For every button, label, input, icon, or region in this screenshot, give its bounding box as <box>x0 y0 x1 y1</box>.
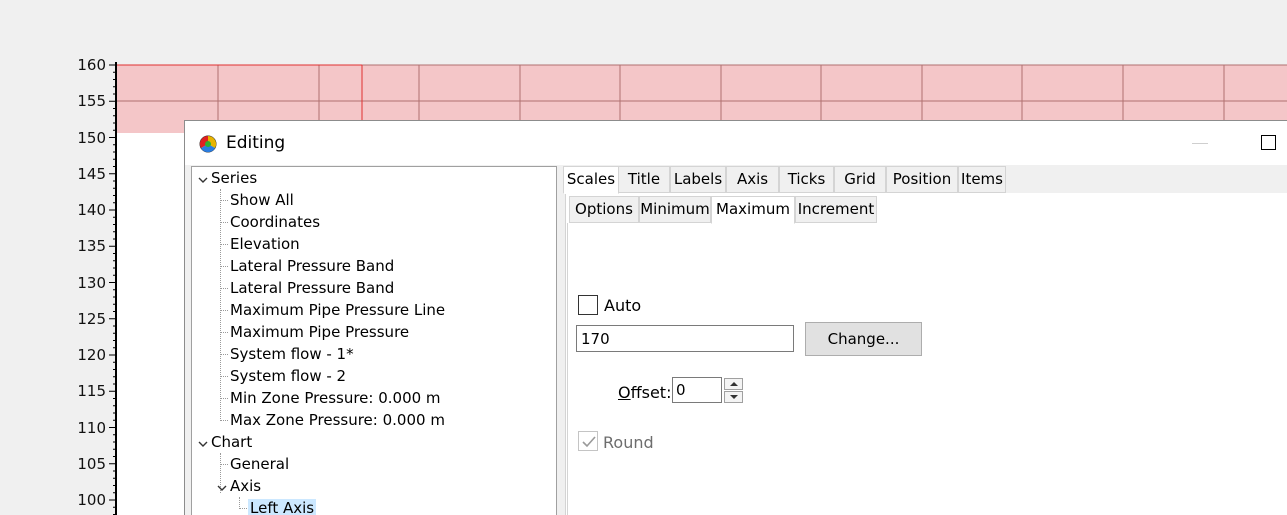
tree-guide <box>220 288 228 289</box>
tab-position[interactable]: Position <box>886 166 958 193</box>
chevron-down-icon[interactable] <box>198 439 208 449</box>
tree-guide <box>220 376 228 377</box>
tree-node-label: Lateral Pressure Band <box>230 257 395 275</box>
properties-panel: Scales Title Labels Axis Ticks Grid Position It… <box>563 166 1287 515</box>
offset-label-text: ffset: <box>630 383 672 402</box>
tree-node-label: Maximum Pipe Pressure <box>230 323 410 341</box>
tree-node-label: Chart <box>211 433 253 451</box>
tree-node-series-item[interactable]: Show All <box>230 190 294 211</box>
tree-node-label: System flow - 1* <box>230 345 354 363</box>
tree-node-label: Lateral Pressure Band <box>230 279 395 297</box>
tree-guide <box>220 244 228 245</box>
tree-node-general[interactable]: General <box>230 454 289 475</box>
dialog-titlebar[interactable]: Editing <box>185 121 1287 165</box>
tree-node-label: Series <box>211 169 258 187</box>
editor-tree[interactable]: Series Show All Coordinates Elevation Later… <box>191 166 557 515</box>
y-tick-label: 160 <box>77 56 106 74</box>
tree-guide <box>220 266 228 267</box>
tab-items[interactable]: Items <box>958 166 1006 193</box>
maximize-button[interactable] <box>1261 135 1276 150</box>
y-tick-label: 100 <box>77 491 106 509</box>
tree-node-label: Show All <box>230 191 294 209</box>
y-tick-label: 105 <box>77 454 106 473</box>
tree-node-label: Min Zone Pressure: 0.000 m <box>230 389 441 407</box>
tree-guide <box>220 464 228 465</box>
offset-input[interactable] <box>672 377 722 403</box>
y-tick-label: 110 <box>77 418 106 437</box>
offset-label: Offset: <box>618 383 671 402</box>
tree-node-label-selected: Left Axis <box>248 499 317 515</box>
tab-title[interactable]: Title <box>618 166 670 193</box>
y-tick-label: 120 <box>77 346 106 364</box>
offset-spin-up-button[interactable] <box>724 378 743 390</box>
tree-node-series-item[interactable]: Maximum Pipe Pressure <box>230 322 409 343</box>
screen: 160 155 150 145 140 135 130 125 120 115 110 105 100 … <box>0 0 1287 515</box>
tree-node-series-item[interactable]: Elevation <box>230 234 300 255</box>
chevron-down-icon[interactable] <box>217 483 227 493</box>
auto-label: Auto <box>604 296 642 315</box>
y-tick-label: 150 <box>77 128 106 147</box>
y-tick-label: 130 <box>77 273 106 292</box>
tree-guide <box>220 420 228 421</box>
tab-scales[interactable]: Scales <box>563 166 619 194</box>
tree-node-series-item[interactable]: System flow - 2 <box>230 366 346 387</box>
tree-guide <box>239 508 247 509</box>
tree-node-series-item[interactable]: Min Zone Pressure: 0.000 m <box>230 388 441 409</box>
subtab-options[interactable]: Options <box>569 196 639 223</box>
tree-node-label: Coordinates <box>230 213 321 231</box>
tab-grid[interactable]: Grid <box>834 166 886 193</box>
subtab-increment[interactable]: Increment <box>795 196 877 223</box>
checkmark-icon <box>582 436 596 448</box>
tree-node-axis[interactable]: Axis <box>230 476 261 497</box>
y-tick-label: 135 <box>77 237 106 256</box>
tree-node-series-item[interactable]: Maximum Pipe Pressure Line <box>230 300 445 321</box>
editing-dialog: Editing Series Show All Coordinates Elevat… <box>184 120 1287 515</box>
tree-node-series-item[interactable]: Lateral Pressure Band <box>230 256 394 277</box>
tree-node-label: Max Zone Pressure: 0.000 m <box>230 411 445 429</box>
minimize-button[interactable] <box>1190 133 1210 153</box>
tree-node-series-item[interactable]: Max Zone Pressure: 0.000 m <box>230 410 445 431</box>
tree-node-left-axis[interactable]: Left Axis <box>248 498 317 515</box>
tab-labels[interactable]: Labels <box>670 166 726 193</box>
auto-checkbox[interactable] <box>578 295 598 315</box>
y-tick-label: 115 <box>77 382 106 401</box>
tree-guide <box>220 222 228 223</box>
tree-node-chart[interactable]: Chart <box>211 432 252 453</box>
tree-node-label: Maximum Pipe Pressure Line <box>230 301 446 319</box>
tree-node-series[interactable]: Series <box>211 168 257 189</box>
tree-node-label: System flow - 2 <box>230 367 347 385</box>
tree-guide <box>220 398 228 399</box>
chevron-down-icon[interactable] <box>198 175 208 185</box>
tree-node-label: Axis <box>230 477 262 495</box>
maximum-pane: Auto Change... Offset: Round <box>567 223 1287 515</box>
tree-guide <box>220 189 221 421</box>
y-axis-tick-marks <box>109 64 116 515</box>
tree-node-label: Elevation <box>230 235 300 253</box>
tree-guide <box>220 310 228 311</box>
change-button[interactable]: Change... <box>805 322 922 356</box>
round-label: Round <box>603 433 654 452</box>
tab-axis[interactable]: Axis <box>726 166 779 193</box>
y-tick-label: 155 <box>77 92 106 111</box>
dialog-title: Editing <box>226 133 286 153</box>
round-checkbox[interactable] <box>578 431 598 451</box>
tree-guide <box>220 332 228 333</box>
color-wheel-icon <box>199 135 217 153</box>
y-tick-label: 145 <box>77 164 106 183</box>
y-tick-label: 140 <box>77 201 106 219</box>
tree-node-series-item[interactable]: Lateral Pressure Band <box>230 278 394 299</box>
tree-node-label: General <box>230 455 290 473</box>
tree-guide <box>220 354 228 355</box>
tab-ticks[interactable]: Ticks <box>779 166 834 193</box>
offset-spin-down-button[interactable] <box>724 391 743 403</box>
y-tick-label: 125 <box>77 309 106 328</box>
subtab-maximum[interactable]: Maximum <box>711 196 795 224</box>
tree-node-series-item[interactable]: System flow - 1* <box>230 344 354 365</box>
offset-accelerator: O <box>618 383 631 402</box>
subtab-minimum[interactable]: Minimum <box>639 196 711 223</box>
tree-node-series-item[interactable]: Coordinates <box>230 212 320 233</box>
maximum-value-input[interactable] <box>576 325 794 352</box>
tree-guide <box>220 200 228 201</box>
